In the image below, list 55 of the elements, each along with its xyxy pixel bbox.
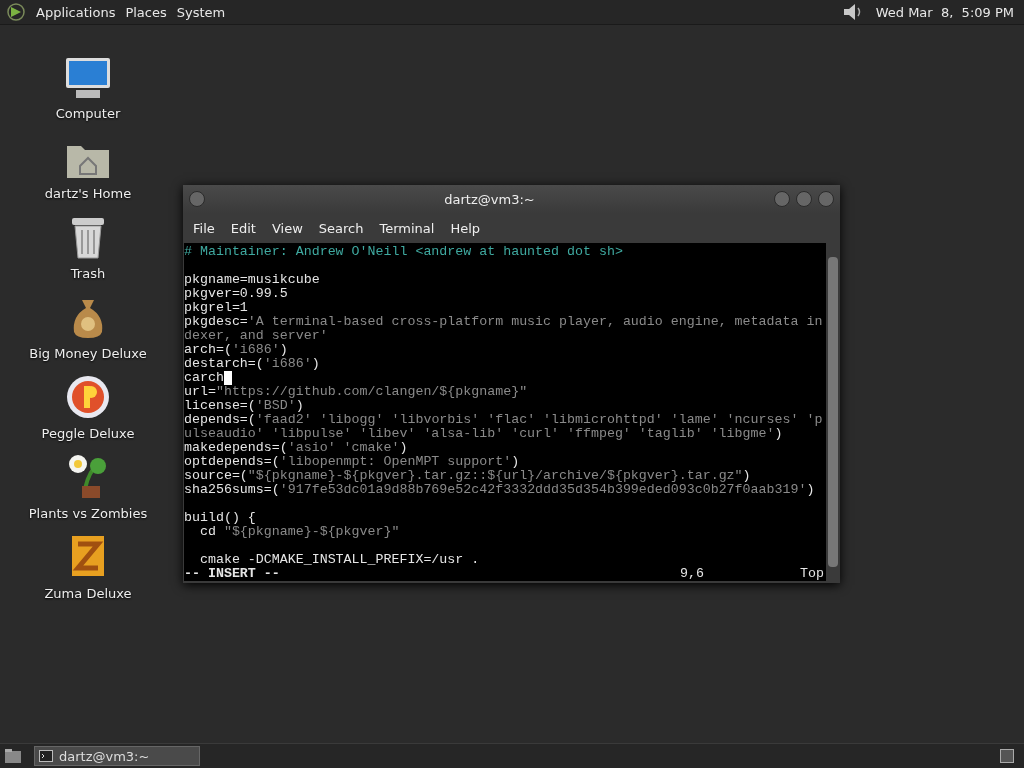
menu-item[interactable]: File [193,220,225,236]
menu-item[interactable]: Search [318,220,374,236]
panel-menu[interactable]: Applications [36,4,116,20]
scrollbar[interactable] [826,243,840,581]
code-line: cd "${pkgname}-${pkgver}" [198,525,400,539]
code-line: sha256sums=('917fe53dc01a9d88b769e52c42f3332ddd35d354b399eded093c0b27f0aab319') [184,483,815,497]
terminal-icon [39,750,53,762]
menu-item[interactable]: View [271,220,313,236]
desktop-icon-label[interactable]: Computer [55,106,121,121]
desktop-icon-label[interactable]: Big Money Deluxe [29,346,147,361]
code-line: build() { [184,511,256,525]
code-line: pkgdesc='A terminal-based cross-platform music player, audio engine, metadata in [184,315,823,329]
desktop-icon-label[interactable]: Zuma Deluxe [44,586,132,601]
workspace-switcher[interactable] [1000,749,1014,763]
code-line: carch [184,371,224,385]
code-line: cmake -DCMAKE_INSTALL_PREFIX=/usr . [198,553,480,567]
code-line: pkgname=musikcube [184,273,320,287]
code-line: destarch=('i686') [184,357,320,371]
code-line: pkgver=0.99.5 [184,287,288,301]
desktop-icon-label[interactable]: dartz's Home [44,186,132,201]
computer-icon[interactable] [64,56,112,100]
panel-menu[interactable]: System [176,4,226,20]
code-line: url="https://github.com/clangen/${pkgname}" [184,385,528,399]
clock[interactable]: Wed Mar 8, 5:09 PM [875,4,1014,20]
taskbar-button[interactable]: dartz@vm3:~ [34,746,200,766]
panel-menu[interactable]: Places [125,4,167,20]
show-desktop-icon[interactable] [4,748,22,764]
minimize-button[interactable] [774,191,790,207]
code-line: license=('BSD') [184,399,304,413]
code-line: arch=('i686') [184,343,288,357]
scroll-position: Top [800,567,824,581]
code-line: dexer, and server' [184,329,328,343]
desktop-icon-label[interactable]: Plants vs Zombies [28,506,148,521]
code-line: depends=('faad2' 'libogg' 'libvorbis' 'flac' 'libmicrohttpd' 'lame' 'ncurses' 'p [184,413,823,427]
code-line: ulseaudio' 'libpulse' 'libev' 'alsa-lib' 'curl' 'ffmpeg' 'taglib' 'libgme') [184,427,783,441]
cursor-position: 9,6 [680,567,705,581]
scrollbar-thumb[interactable] [828,257,838,567]
maximize-button[interactable] [796,191,812,207]
desktop-icon-label[interactable]: Peggle Deluxe [41,426,135,441]
window-title: dartz@vm3:~ [443,191,536,207]
desktop-icon-label[interactable]: Trash [70,266,106,281]
vim-mode: -- INSERT -- [184,567,280,581]
code-line: makedepends=('asio' 'cmake') [184,441,408,455]
menu-item[interactable]: Terminal [379,220,445,236]
code-line: source=("${pkgname}-${pkgver}.tar.gz::${url}/archive/${pkgver}.tar.gz") [184,469,751,483]
ball-icon[interactable] [65,374,111,420]
menu-item[interactable]: Edit [230,220,266,236]
code-line: optdepends=('libopenmpt: OpenMPT support') [184,455,520,469]
close-button[interactable] [818,191,834,207]
code-line: # Maintainer: Andrew O'Neill <andrew at haunted dot sh> [184,245,623,259]
code-line: pkgrel=1 [184,301,248,315]
window-menu-icon[interactable] [189,191,205,207]
menu-item[interactable]: Help [450,220,491,236]
menu-logo-icon[interactable] [6,2,26,22]
trash-icon[interactable] [69,216,107,260]
